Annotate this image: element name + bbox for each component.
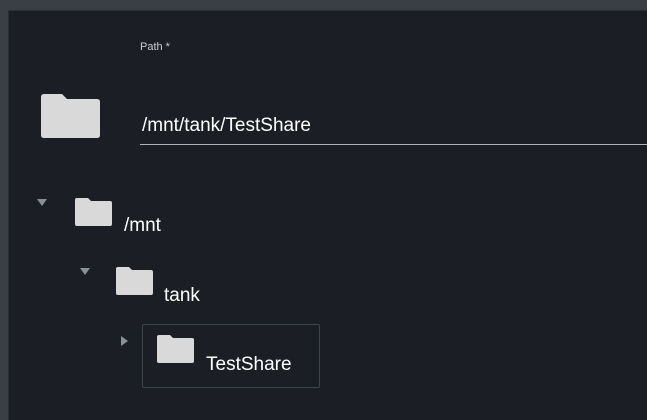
path-field-label: Path * [140,41,170,53]
tree-node-label: tank [164,285,200,306]
tree-node-mnt[interactable]: /mnt [9,191,209,243]
tree-node-label: TestShare [206,354,292,375]
explorer-panel: Path * /mnt tank TestShare [8,10,647,420]
tree-node-testshare[interactable]: TestShare [9,329,320,387]
chevron-right-icon[interactable] [120,336,130,346]
tree-node-tank[interactable]: tank [9,261,249,313]
folder-icon [116,267,153,295]
chevron-down-icon[interactable] [37,198,47,208]
tree-node-label: /mnt [124,215,161,236]
folder-icon [41,94,100,138]
folder-icon [157,335,194,363]
path-input[interactable] [140,107,647,145]
folder-icon [75,198,112,226]
chevron-down-icon[interactable] [80,267,90,277]
